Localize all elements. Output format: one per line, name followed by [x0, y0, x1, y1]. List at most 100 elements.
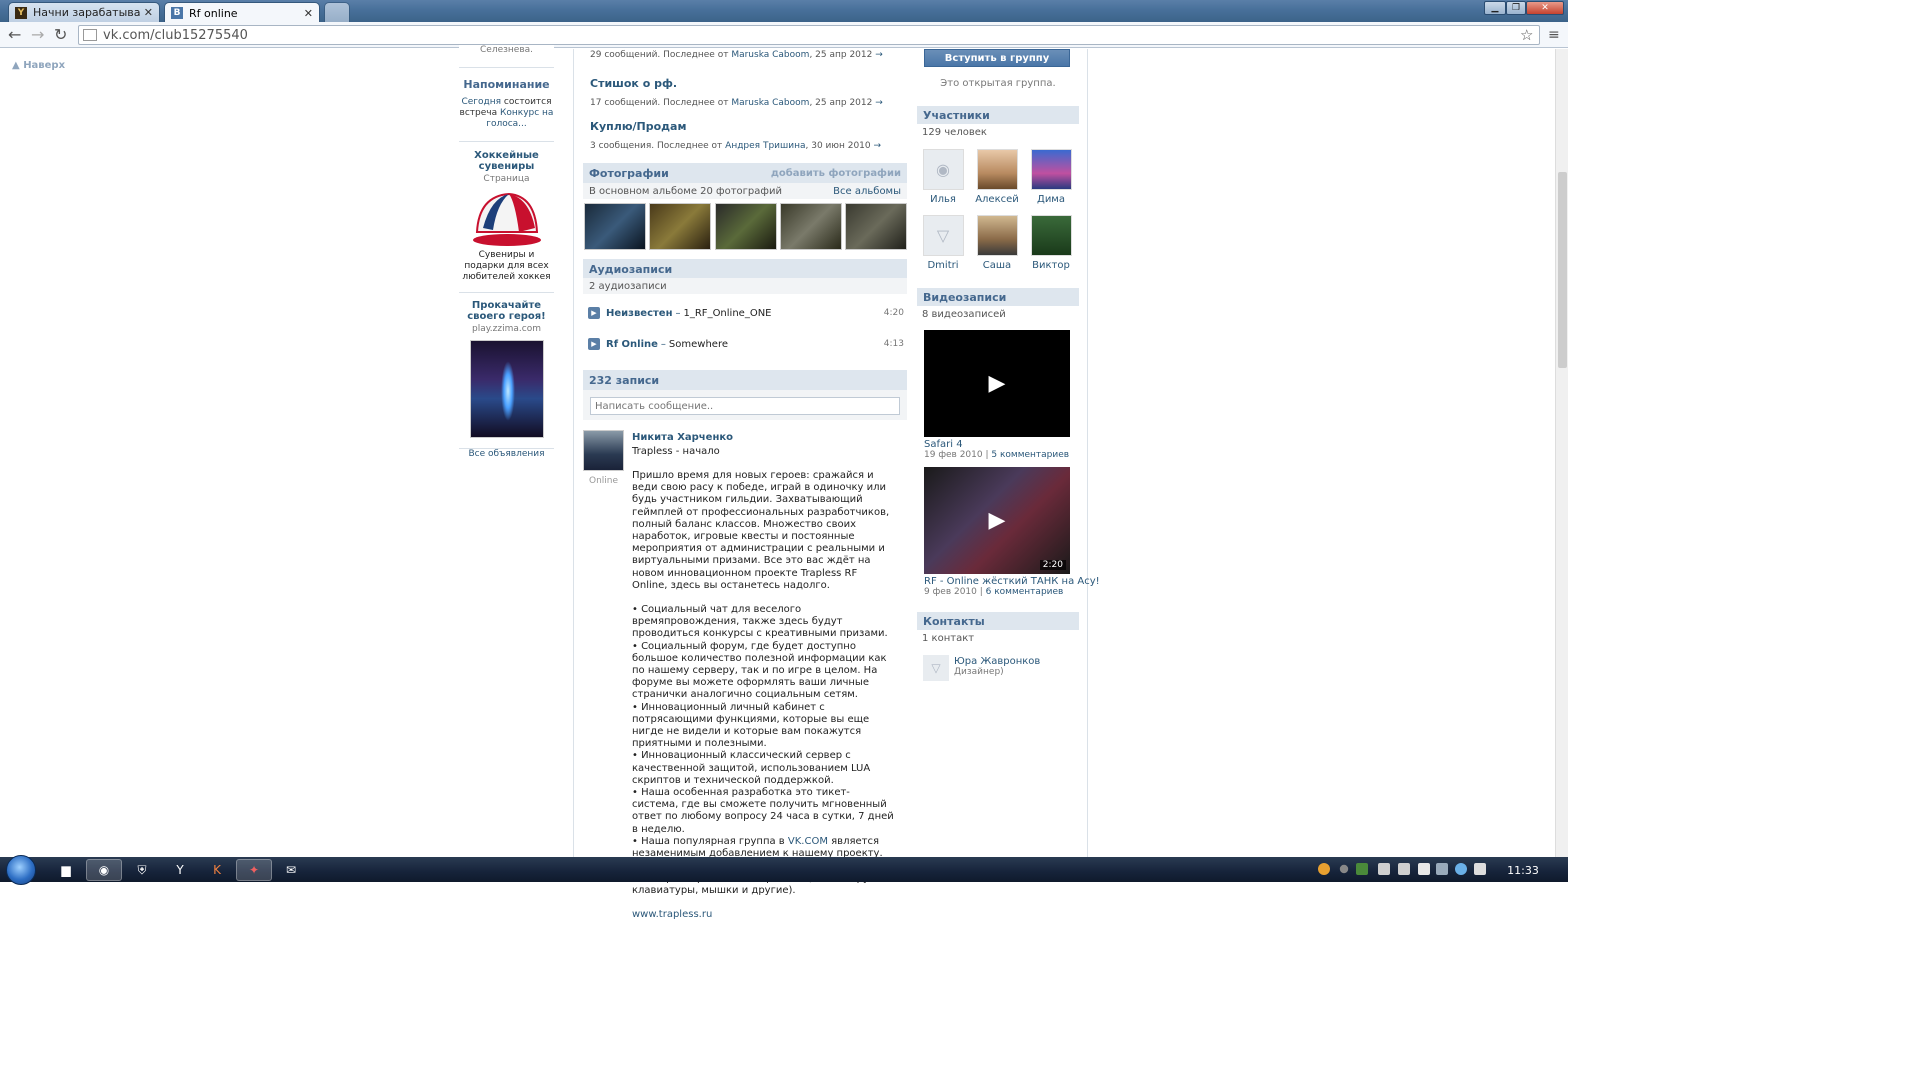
- topic-author-link[interactable]: Maruska Caboom: [731, 50, 809, 60]
- contact-avatar-icon[interactable]: ▽: [923, 655, 949, 681]
- tab-rf-online[interactable]: В Rf online ✕: [164, 2, 320, 23]
- tray-app-icon[interactable]: [1339, 864, 1349, 874]
- site-link[interactable]: www.trapless.ru: [632, 909, 712, 920]
- member-card[interactable]: Саша: [975, 215, 1019, 271]
- contact-name[interactable]: Юра Жавронков: [954, 656, 1040, 667]
- y-app-icon[interactable]: Y: [162, 859, 198, 881]
- network-icon[interactable]: [1455, 863, 1467, 875]
- photo-thumb[interactable]: [715, 203, 777, 250]
- flag-icon[interactable]: [1418, 863, 1430, 875]
- back-to-top-link[interactable]: ▲ Наверх: [12, 60, 65, 71]
- menu-icon[interactable]: ≡: [1548, 26, 1560, 44]
- tab-earn-cash[interactable]: Y Начни зарабатывать кэш ✕: [8, 2, 160, 22]
- member-name[interactable]: Дима: [1029, 194, 1073, 205]
- reload-icon[interactable]: ↻: [54, 26, 67, 44]
- topic-author-link[interactable]: Maruska Caboom: [731, 98, 809, 108]
- play-icon[interactable]: ▶: [989, 508, 1006, 533]
- videos-header[interactable]: Видеозаписи: [917, 288, 1079, 306]
- member-avatar: [1030, 215, 1072, 256]
- member-name[interactable]: Виктор: [1029, 260, 1073, 271]
- all-albums-link[interactable]: Все альбомы: [833, 186, 901, 197]
- clock[interactable]: 11:33: [1500, 864, 1546, 877]
- vk-link[interactable]: VK.COM: [788, 836, 828, 847]
- photos-header[interactable]: Фотографии добавить фотографии: [583, 163, 907, 183]
- video-comments-link[interactable]: 5 комментариев: [991, 450, 1069, 460]
- forward-icon[interactable]: →: [31, 26, 44, 44]
- ad-hockey[interactable]: Хоккейные сувениры Страница Сувениры и п…: [459, 150, 554, 283]
- member-card[interactable]: Дима: [1029, 149, 1073, 205]
- tray-app-icon[interactable]: [1398, 863, 1410, 875]
- arrow-right-icon[interactable]: →: [875, 50, 883, 60]
- scrollbar-thumb[interactable]: [1558, 172, 1567, 368]
- arrow-right-icon[interactable]: →: [874, 141, 882, 151]
- play-icon[interactable]: ▶: [588, 307, 600, 319]
- maximize-icon[interactable]: ❐: [1506, 1, 1526, 15]
- tray-app-icon[interactable]: [1318, 863, 1330, 875]
- avatar[interactable]: [583, 430, 624, 471]
- minimize-icon[interactable]: ▁: [1484, 1, 1506, 15]
- chat-app-icon[interactable]: ✉: [273, 859, 309, 881]
- topic-item[interactable]: 29 сообщений. Последнее от Maruska Caboo…: [590, 50, 910, 60]
- tab-close-icon[interactable]: ✕: [144, 6, 153, 19]
- all-ads-link[interactable]: Все объявления: [459, 449, 554, 459]
- member-card[interactable]: ▽ Dmitri: [921, 215, 965, 271]
- video-comments-link[interactable]: 6 комментариев: [986, 587, 1064, 597]
- post-author-link[interactable]: Никита Харченко: [632, 432, 733, 443]
- wall-header: 232 записи: [583, 370, 907, 390]
- explorer-icon[interactable]: ▆: [48, 859, 84, 881]
- topic-title[interactable]: Куплю/Продам: [590, 120, 910, 133]
- member-name[interactable]: Dmitri: [921, 260, 965, 271]
- ad-zzima[interactable]: Прокачайте своего героя! play.zzima.com: [459, 300, 554, 438]
- vertical-scrollbar[interactable]: [1555, 49, 1568, 857]
- member-name[interactable]: Саша: [975, 260, 1019, 271]
- contacts-header[interactable]: Контакты: [917, 612, 1079, 630]
- add-photos-link[interactable]: добавить фотографии: [771, 168, 901, 179]
- start-button[interactable]: [6, 855, 36, 885]
- battery-icon[interactable]: [1436, 863, 1448, 875]
- audio-track[interactable]: ▶ Rf Online – Somewhere 4:13: [588, 336, 904, 352]
- join-group-button[interactable]: Вступить в группу: [924, 49, 1070, 67]
- wall-count: 232 записи: [589, 373, 660, 387]
- video-thumb[interactable]: ▶: [924, 330, 1070, 437]
- photo-thumb[interactable]: [584, 203, 646, 250]
- video-title[interactable]: Safari 4: [924, 439, 963, 450]
- arrow-right-icon[interactable]: →: [875, 98, 883, 108]
- reminder-today-link[interactable]: Сегодня: [461, 97, 501, 107]
- address-bar[interactable]: vk.com/club15275540: [78, 25, 1540, 45]
- play-icon[interactable]: ▶: [989, 371, 1006, 396]
- volume-icon[interactable]: [1474, 863, 1486, 875]
- back-icon[interactable]: ←: [8, 26, 21, 44]
- close-window-icon[interactable]: ✕: [1526, 1, 1564, 15]
- new-tab-button[interactable]: [324, 2, 350, 22]
- tab-close-icon[interactable]: ✕: [304, 7, 313, 20]
- member-name[interactable]: Илья: [921, 194, 965, 205]
- member-card[interactable]: Алексей: [975, 149, 1019, 205]
- member-name[interactable]: Алексей: [975, 194, 1019, 205]
- k-app-icon[interactable]: K: [199, 859, 235, 881]
- members-header[interactable]: Участники: [917, 106, 1079, 124]
- photo-thumb[interactable]: [649, 203, 711, 250]
- topic-item[interactable]: Куплю/Продам 3 сообщения. Последнее от А…: [590, 120, 910, 151]
- topic-title[interactable]: Стишок о рф.: [590, 77, 910, 90]
- topic-author-link[interactable]: Андрея Тришина: [725, 141, 805, 151]
- video-thumb[interactable]: ▶ 2:20: [924, 467, 1070, 574]
- game-app-icon[interactable]: ✦: [236, 859, 272, 881]
- track-artist[interactable]: Неизвестен: [606, 308, 673, 319]
- wall-post-input[interactable]: [590, 397, 900, 415]
- bookmark-star-icon[interactable]: ☆: [1520, 26, 1533, 44]
- tray-app-icon[interactable]: [1378, 863, 1390, 875]
- member-card[interactable]: Виктор: [1029, 215, 1073, 271]
- photo-thumb[interactable]: [845, 203, 907, 250]
- reminder-contest-link[interactable]: Конкурс на голоса...: [486, 108, 553, 129]
- audio-track[interactable]: ▶ Неизвестен – 1_RF_Online_ONE 4:20: [588, 305, 904, 321]
- topic-item[interactable]: Стишок о рф. 17 сообщений. Последнее от …: [590, 77, 910, 108]
- track-artist[interactable]: Rf Online: [606, 339, 658, 350]
- tray-app-icon[interactable]: [1356, 863, 1368, 875]
- chrome-icon[interactable]: ◉: [86, 859, 122, 881]
- video-title[interactable]: RF - Online жёсткий ТАНК на Асу!: [924, 576, 1100, 587]
- play-icon[interactable]: ▶: [588, 338, 600, 350]
- member-card[interactable]: ◉ Илья: [921, 149, 965, 205]
- audio-header[interactable]: Аудиозаписи: [583, 259, 907, 279]
- photo-thumb[interactable]: [780, 203, 842, 250]
- game-shield-icon[interactable]: ⛨: [124, 859, 160, 881]
